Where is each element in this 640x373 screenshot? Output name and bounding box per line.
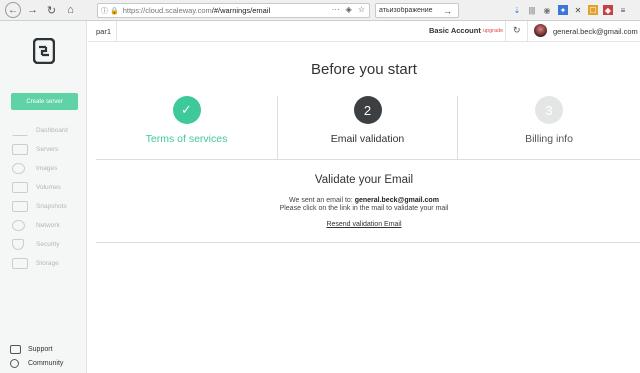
bookmark-icon[interactable]: ☆ <box>358 5 365 14</box>
step-email: 2 Email validation <box>278 96 457 145</box>
image-icon <box>12 162 25 174</box>
network-icon <box>12 219 25 231</box>
reload-icon[interactable]: ↻ <box>44 3 59 18</box>
sidebar-item-label: Servers <box>36 145 59 153</box>
account-type: Basic Account <box>429 26 481 35</box>
sent-prefix: We sent an email to: <box>289 197 353 204</box>
divider <box>116 21 117 42</box>
sidebar-item-dashboard[interactable]: Dashboard <box>12 123 68 137</box>
chat-icon <box>10 345 21 354</box>
sidebar-item-label: Volumes <box>36 183 61 191</box>
step-billing: 3 Billing info <box>458 96 640 145</box>
chart-icon <box>12 125 28 136</box>
sidebar-item-images[interactable]: Images <box>12 161 57 175</box>
library-icon[interactable]: ||| <box>527 5 537 15</box>
sidebar-community[interactable]: Community <box>10 359 63 368</box>
extension-icon-3[interactable]: ✕ <box>573 5 583 15</box>
create-server-button[interactable]: Create server <box>11 93 78 110</box>
divider <box>96 242 640 243</box>
extension-icon-1[interactable]: ◉ <box>542 5 552 15</box>
download-icon[interactable]: ⇣ <box>512 5 522 15</box>
check-icon: ✓ <box>172 96 201 124</box>
sidebar-item-label: Network <box>36 221 60 229</box>
sidebar-item-label: Images <box>36 164 58 172</box>
info-icon[interactable]: ⓘ <box>101 6 108 16</box>
step-terms: ✓ Terms of services <box>96 96 277 145</box>
sent-message: We sent an email to: general.beck@gmail.… <box>88 197 640 204</box>
search-go-icon[interactable]: → <box>443 6 452 16</box>
search-input[interactable]: атьизображение <box>379 7 441 14</box>
divider <box>505 21 506 42</box>
sidebar-item-network[interactable]: Network <box>12 218 60 232</box>
more-icon[interactable]: ··· <box>332 5 340 14</box>
page-title: Before you start <box>311 61 417 78</box>
sidebar-support[interactable]: Support <box>10 345 53 354</box>
search-bar[interactable]: атьизображение → <box>375 3 459 18</box>
avatar[interactable] <box>534 24 547 37</box>
step-label: Email validation <box>330 133 405 145</box>
lock-icon: 🔒 <box>110 7 119 15</box>
sidebar-item-label: Snapshots <box>36 202 67 210</box>
volume-icon <box>12 181 28 193</box>
extension-icon-2[interactable]: ✦ <box>558 5 568 15</box>
sidebar-item-volumes[interactable]: Volumes <box>12 180 61 194</box>
url-text: https://cloud.scaleway.com/#/warnings/em… <box>122 6 271 15</box>
community-label: Community <box>28 360 64 367</box>
home-icon[interactable]: ⌂ <box>63 3 78 18</box>
divider <box>527 21 528 42</box>
refresh-icon[interactable]: ↻ <box>513 25 521 36</box>
upgrade-link[interactable]: upgrade <box>483 28 503 34</box>
sidebar-item-label: Security <box>36 240 60 248</box>
back-icon[interactable]: ← <box>5 2 21 18</box>
sidebar-item-security[interactable]: Security <box>12 237 59 251</box>
step-label: Billing info <box>525 133 573 145</box>
scaleway-logo-icon[interactable] <box>33 38 55 64</box>
sidebar-item-label: Storage <box>36 259 59 267</box>
step-number: 2 <box>353 96 382 124</box>
server-icon <box>12 143 28 155</box>
shield-icon <box>12 238 24 250</box>
people-icon <box>10 359 19 368</box>
sidebar-item-label: Dashboard <box>36 126 68 134</box>
menu-icon[interactable]: ≡ <box>618 5 628 15</box>
forward-icon[interactable]: → <box>25 3 40 18</box>
sidebar-item-storage[interactable]: Storage <box>12 256 59 270</box>
snapshot-icon <box>12 200 28 212</box>
step-label: Terms of services <box>145 133 228 145</box>
sidebar: Create server Dashboard Servers Images V… <box>0 21 87 373</box>
sidebar-item-servers[interactable]: Servers <box>12 142 58 156</box>
resend-email-link[interactable]: Resend validation Email <box>88 221 640 228</box>
storage-icon <box>12 257 28 269</box>
sidebar-item-snapshots[interactable]: Snapshots <box>12 199 67 213</box>
extension-icon-5[interactable]: ◆ <box>603 5 613 15</box>
app-header: par1 Basic Account upgrade ↻ general.bec… <box>88 21 640 42</box>
url-bar[interactable]: ⓘ 🔒 https://cloud.scaleway.com/#/warning… <box>97 3 370 18</box>
extension-icon-4[interactable]: ☐ <box>588 5 598 15</box>
steps-divider <box>96 159 640 160</box>
sent-email: general.beck@gmail.com <box>354 197 439 204</box>
step-number: 3 <box>535 96 563 124</box>
instruction-text: Please click on the link in the mail to … <box>279 205 449 212</box>
support-label: Support <box>28 346 53 353</box>
org-selector[interactable]: par1 <box>96 27 111 36</box>
section-title: Validate your Email <box>314 174 414 186</box>
user-email[interactable]: general.beck@gmail.com <box>553 27 638 36</box>
pocket-icon[interactable]: ◈ <box>346 5 352 14</box>
